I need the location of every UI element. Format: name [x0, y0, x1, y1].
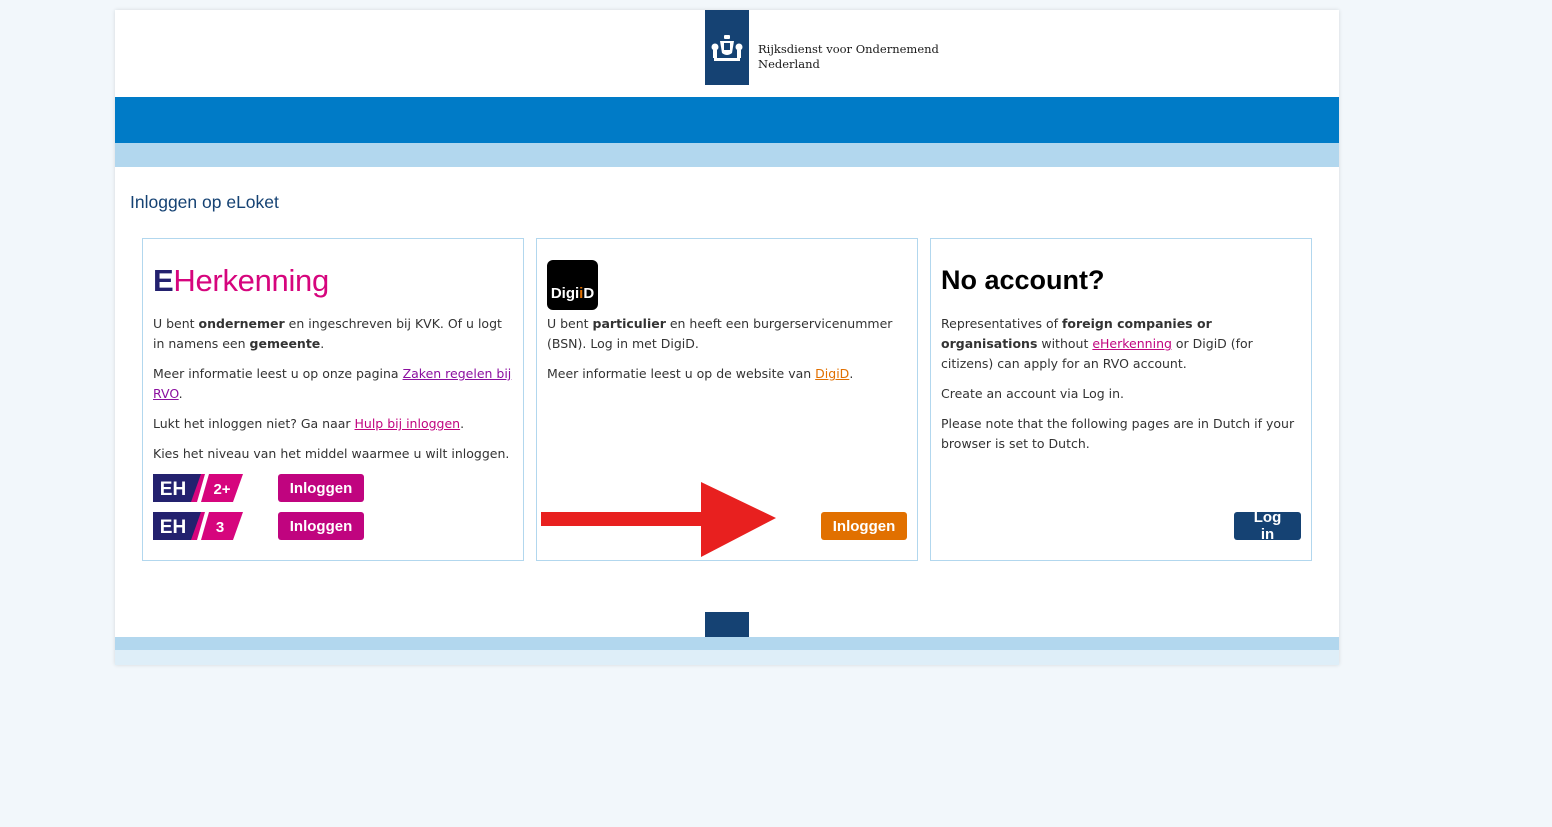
no-account-p1: Representatives of foreign companies or … [941, 314, 1303, 374]
digid-logo-icon: Digi iD [547, 260, 598, 310]
text-fragment: Meer informatie leest u op onze pagina [153, 366, 403, 381]
digid-logo-d: D [583, 285, 595, 302]
digid-logo-digi: Digi [550, 285, 580, 302]
header: Rijksdienst voor Ondernemend Nederland [115, 10, 1339, 97]
eh-3-inloggen-button[interactable]: Inloggen [278, 512, 364, 540]
text-bold: gemeente [249, 336, 321, 351]
eherkenning-logo-text: Herkenning [173, 263, 329, 298]
header-banner [115, 97, 1339, 143]
eherkenning-info: Meer informatie leest u op onze pagina Z… [153, 364, 513, 404]
digid-website-link[interactable]: DigiD [815, 366, 849, 381]
page-container: Rijksdienst voor Ondernemend Nederland I… [115, 10, 1339, 665]
org-name: Rijksdienst voor Ondernemend Nederland [758, 42, 939, 72]
rijkslogo-emblem-icon [705, 10, 749, 85]
text-bold: particulier [592, 316, 666, 331]
page-title: Inloggen op eLoket [130, 192, 279, 212]
text-fragment: . [320, 336, 325, 351]
eherkenning-help: Lukt het inloggen niet? Ga naar Hulp bij… [153, 414, 513, 434]
text-fragment: Lukt het inloggen niet? Ga naar [153, 416, 355, 431]
digid-intro: U bent particulier en heeft een burgerse… [547, 314, 909, 354]
footer-bar [115, 637, 1339, 650]
digid-body: U bent particulier en heeft een burgerse… [547, 314, 909, 394]
no-account-p2: Create an account via Log in. [941, 386, 1125, 401]
text-bold: ondernemer [198, 316, 285, 331]
text-fragment: . [460, 416, 465, 431]
eherkenning-body: U bent ondernemer en ingeschreven bij KV… [153, 314, 513, 474]
footer-emblem-block [705, 612, 749, 637]
text-fragment: Representatives of [941, 316, 1062, 331]
red-arrow-annotation-icon [541, 482, 776, 557]
text-fragment: without [1037, 336, 1093, 351]
eherkenning-intro: U bent ondernemer en ingeschreven bij KV… [153, 314, 513, 354]
digid-info: Meer informatie leest u op de website va… [547, 364, 909, 384]
hulp-bij-inloggen-link[interactable]: Hulp bij inloggen [355, 416, 461, 431]
eherkenning-level-text: Kies het niveau van het middel waarmee u… [153, 446, 510, 461]
eh-level-2plus-icon: EH 2+ [153, 474, 243, 502]
no-account-title: No account? [941, 265, 1105, 295]
eh-level-3-icon: EH 3 [153, 512, 243, 540]
eh-badge-letters: EH [160, 517, 186, 538]
no-account-body: Representatives of foreign companies or … [941, 314, 1303, 464]
text-fragment: U bent [153, 316, 199, 331]
text-fragment: U bent [547, 316, 593, 331]
org-name-line1: Rijksdienst voor Ondernemend [758, 42, 939, 56]
header-subbar [115, 143, 1339, 167]
eh-level-row: EH 2+ Inloggen [153, 474, 513, 502]
no-account-p3: Please note that the following pages are… [941, 416, 1295, 451]
no-account-card: No account? Representatives of foreign c… [930, 238, 1312, 561]
log-in-button[interactable]: Log in [1234, 509, 1301, 543]
eherkenning-logo: EHerkenning [153, 265, 329, 296]
eh-badge-level: 3 [216, 519, 224, 536]
text-fragment: . [849, 366, 854, 381]
eh-badge-letters: EH [160, 479, 186, 500]
footer-subbar [115, 650, 1339, 665]
eh-2plus-inloggen-button[interactable]: Inloggen [278, 474, 364, 502]
eherkenning-card: EHerkenning U bent ondernemer en ingesch… [142, 238, 524, 561]
text-fragment: Meer informatie leest u op de website va… [547, 366, 816, 381]
eherkenning-logo-e: E [153, 263, 174, 298]
eherkenning-link[interactable]: eHerkenning [1092, 336, 1172, 351]
digid-inloggen-button[interactable]: Inloggen [821, 512, 907, 540]
text-fragment: . [178, 386, 183, 401]
eh-badge-level: 2+ [213, 481, 230, 498]
digid-logo-id: iD [579, 285, 595, 302]
eh-level-row: EH 3 Inloggen [153, 512, 513, 540]
org-name-line2: Nederland [758, 57, 820, 71]
